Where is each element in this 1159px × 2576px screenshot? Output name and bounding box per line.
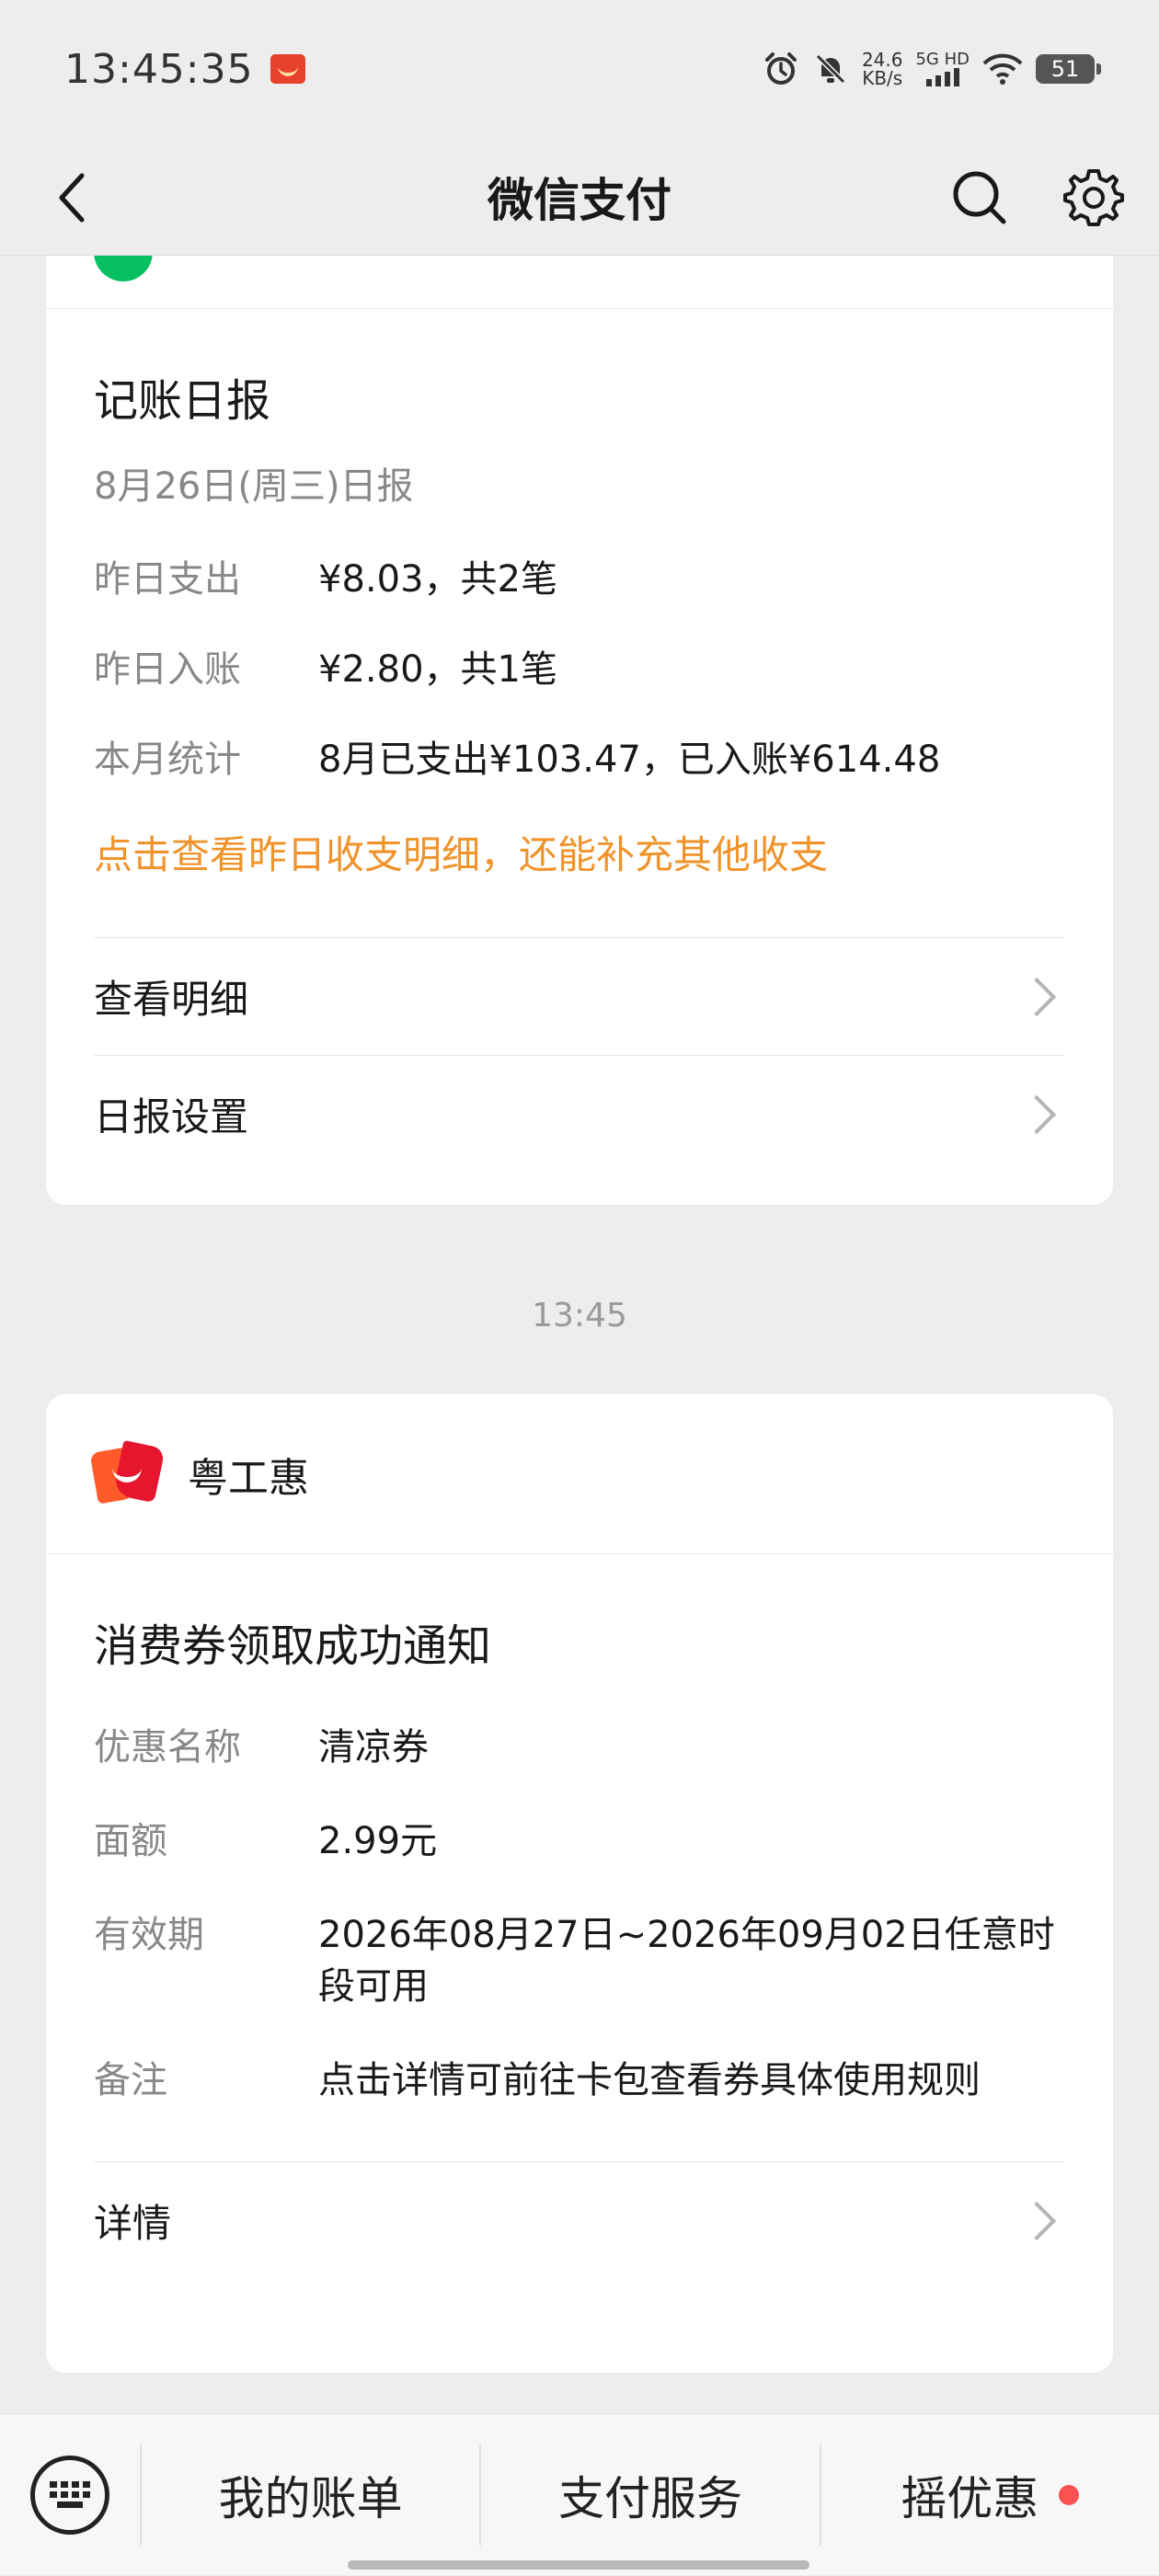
settings-button[interactable] [1061,166,1126,230]
info-value: ¥2.80，共1笔 [318,648,557,691]
report-settings-row[interactable]: 日报设置 [94,1055,1065,1173]
network-type: 5G HD [915,50,970,69]
chevron-right-icon [1016,1094,1057,1134]
daily-report-card: 记账日报 8月26日(周三)日报 昨日支出 ¥8.03，共2笔 昨日入账 ¥2.… [46,256,1113,1205]
brand-name: 粤工惠 [188,1454,309,1502]
mute-bell-icon [815,53,846,85]
info-value: 清凉券 [318,1726,429,1769]
alarm-icon [764,52,797,85]
wifi-icon [982,53,1023,85]
info-label: 昨日支出 [94,558,241,601]
net-speed: 24.6 KB/s [862,51,903,87]
info-value: 2026年08月27日~2026年09月02日任意时段可用 [318,1914,1055,2008]
coupon-details-row[interactable]: 详情 [94,2161,1065,2279]
info-row: 昨日入账 ¥2.80，共1笔 [94,644,1065,695]
chevron-right-icon [1016,2201,1057,2240]
net-speed-unit: KB/s [862,67,903,89]
info-label: 本月统计 [94,738,241,781]
view-details-label: 查看明细 [94,977,249,1022]
wechat-pay-avatar [94,256,153,281]
coupon-card-body: 消费券领取成功通知 优惠名称 清凉券 面额 2.99元 有效期 2026年08月… [46,1609,1113,2106]
info-label: 优惠名称 [94,1726,241,1769]
info-value: 8月已支出¥103.47，已入账¥614.48 [318,738,941,781]
info-label: 备注 [94,2059,167,2101]
signal-icon [925,68,959,86]
gear-icon [1063,169,1124,226]
coupon-title: 消费券领取成功通知 [94,1620,492,1672]
daily-report-title: 记账日报 [94,375,271,427]
coupon-details-label: 详情 [94,2201,172,2246]
info-label: 面额 [94,1820,167,1862]
info-row: 优惠名称 清凉券 [94,1722,1065,1773]
info-label: 昨日入账 [94,648,241,691]
bottom-menu-bar: 我的账单 支付服务 摇优惠 [0,2413,1159,2575]
search-icon [953,171,1006,224]
back-button[interactable] [40,166,105,230]
info-row: 备注 点击详情可前往卡包查看券具体使用规则 [94,2055,1065,2106]
status-bar: 13:45:35 24.6 KB/s 5G HD 51 [0,0,1159,138]
home-indicator[interactable] [348,2560,809,2570]
battery-level: 51 [1050,56,1080,82]
page-title: 微信支付 [488,173,671,227]
report-settings-label: 日报设置 [94,1094,249,1139]
status-icons: 24.6 KB/s 5G HD 51 [763,51,1101,87]
tab-my-bills[interactable]: 我的账单 [140,2444,479,2546]
info-row: 面额 2.99元 [94,1815,1065,1867]
net-speed-value: 24.6 [861,49,903,71]
detail-hint-link[interactable]: 点击查看昨日收支明细，还能补充其他收支 [94,824,1065,880]
view-details-row[interactable]: 查看明细 [94,937,1065,1055]
message-timestamp: 13:45 [532,1297,627,1334]
tab-label: 我的账单 [218,2471,403,2525]
info-label: 有效期 [94,1914,204,1956]
card-header-strip [46,256,1113,309]
notification-dot [1059,2484,1080,2505]
search-button[interactable] [947,166,1012,230]
tab-payment-services[interactable]: 支付服务 [479,2444,819,2546]
info-row: 本月统计 8月已支出¥103.47，已入账¥614.48 [94,734,1065,785]
nav-bar: 微信支付 [0,138,1159,256]
battery-icon: 51 [1036,54,1101,84]
keyboard-toggle-button[interactable] [0,2414,140,2576]
tab-label: 摇优惠 [901,2471,1039,2525]
coupon-notification-card[interactable]: 粤工惠 消费券领取成功通知 优惠名称 清凉券 面额 2.99元 有效期 2026… [46,1394,1113,2373]
info-value: ¥8.03，共2笔 [318,558,557,601]
chevron-left-icon [59,173,85,223]
status-time: 13:45:35 [64,45,254,93]
tab-shake-deals[interactable]: 摇优惠 [819,2444,1159,2546]
info-row: 有效期 2026年08月27日~2026年09月02日任意时段可用 [94,1909,1065,2012]
tab-label: 支付服务 [557,2471,742,2525]
info-value: 点击详情可前往卡包查看券具体使用规则 [318,2059,981,2101]
info-row: 昨日支出 ¥8.03，共2笔 [94,554,1065,605]
info-value: 2.99元 [318,1820,438,1862]
coupon-card-header: 粤工惠 [46,1394,1113,1554]
app-notification-icon [270,54,305,84]
keyboard-icon [30,2455,109,2535]
daily-report-subtitle: 8月26日(周三)日报 [94,465,414,508]
daily-report-body: 记账日报 8月26日(周三)日报 昨日支出 ¥8.03，共2笔 昨日入账 ¥2.… [46,364,1113,880]
brand-logo-icon [89,1439,166,1505]
cellular: 5G HD [915,52,970,86]
chevron-right-icon [1016,977,1057,1016]
